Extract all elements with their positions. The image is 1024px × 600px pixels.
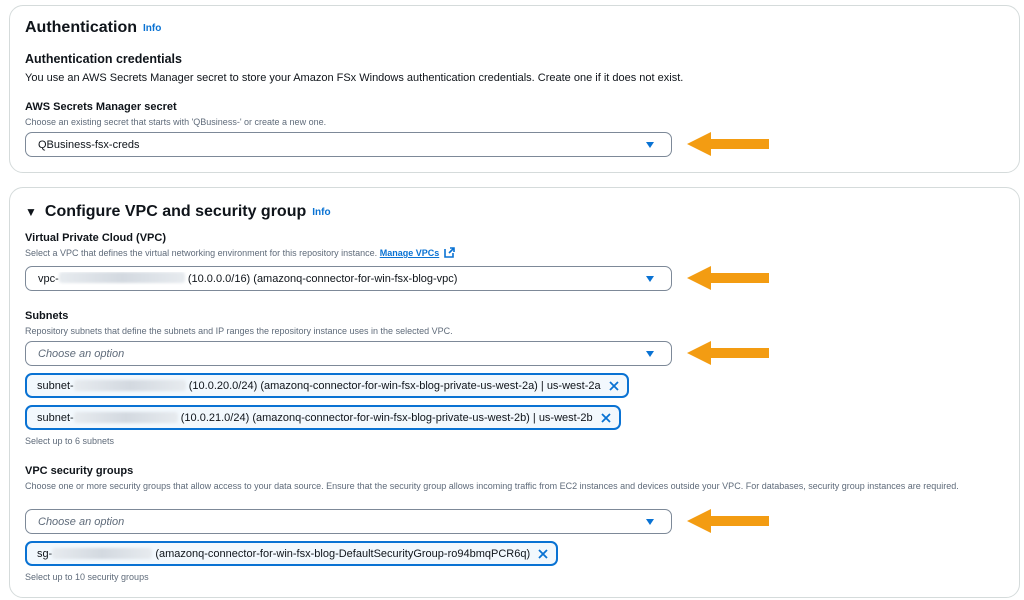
orange-arrow-annotation [687, 341, 769, 365]
external-link-icon[interactable] [443, 247, 455, 258]
vpc-description-text: Select a VPC that defines the virtual ne… [25, 248, 378, 258]
security-group-token-prefix: sg- [37, 547, 53, 560]
expand-triangle-icon[interactable]: ▼ [25, 205, 37, 219]
security-groups-hint: Select up to 10 security groups [25, 572, 149, 582]
orange-arrow-annotation [687, 132, 769, 156]
security-groups-select[interactable]: Choose an option [25, 509, 672, 534]
close-icon[interactable] [608, 380, 619, 391]
subnets-placeholder: Choose an option [38, 347, 125, 360]
close-icon[interactable] [538, 548, 548, 559]
subnets-select[interactable]: Choose an option [25, 341, 672, 366]
manage-vpcs-link[interactable]: Manage VPCs [380, 248, 440, 258]
subnets-description: Repository subnets that define the subne… [25, 326, 453, 336]
caret-down-icon [646, 275, 654, 282]
security-groups-description: Choose one or more security groups that … [25, 481, 959, 491]
authentication-description: You use an AWS Secrets Manager secret to… [25, 72, 684, 84]
subnet-token-text: (10.0.20.0/24) (amazonq-connector-for-wi… [188, 379, 601, 392]
redacted-subnet-id [73, 412, 178, 423]
vpc-id-prefix: vpc- [38, 273, 59, 285]
security-groups-label: VPC security groups [25, 465, 134, 477]
authentication-info-link[interactable]: Info [143, 23, 161, 34]
authentication-title: Authentication [25, 19, 137, 36]
orange-arrow-annotation [687, 509, 769, 533]
caret-down-icon [646, 141, 654, 148]
vpc-info-link[interactable]: Info [312, 207, 330, 218]
subnets-hint: Select up to 6 subnets [25, 436, 115, 446]
authentication-credentials-heading: Authentication credentials [25, 52, 182, 66]
secret-label: AWS Secrets Manager secret [25, 101, 177, 113]
redacted-vpc-id [58, 272, 185, 283]
security-group-token-text: (amazonq-connector-for-win-fsx-blog-Defa… [155, 547, 531, 560]
caret-down-icon [646, 350, 654, 357]
vpc-select[interactable]: vpc- (10.0.0.0/16) (amazonq-connector-fo… [25, 266, 672, 291]
close-icon[interactable] [600, 412, 611, 423]
vpc-label: Virtual Private Cloud (VPC) [25, 232, 166, 244]
subnet-token-text: (10.0.21.0/24) (amazonq-connector-for-wi… [180, 411, 593, 424]
subnet-token-prefix: subnet- [37, 379, 74, 392]
vpc-cidr-name: (10.0.0.0/16) (amazonq-connector-for-win… [187, 273, 458, 285]
caret-down-icon [646, 518, 654, 525]
secret-description: Choose an existing secret that starts wi… [25, 117, 327, 127]
authentication-heading: Authentication Info [25, 19, 161, 37]
secret-select[interactable]: QBusiness-fsx-creds [25, 132, 672, 157]
security-group-token: sg- (amazonq-connector-for-win-fsx-blog-… [25, 541, 559, 566]
vpc-select-value: vpc- (10.0.0.0/16) (amazonq-connector-fo… [38, 272, 646, 285]
vpc-section-heading[interactable]: ▼ Configure VPC and security group Info [25, 203, 331, 221]
redacted-security-group-id [52, 548, 153, 559]
subnet-token-2: subnet- (10.0.21.0/24) (amazonq-connecto… [25, 405, 621, 430]
redacted-subnet-id [73, 380, 186, 391]
security-groups-placeholder: Choose an option [38, 515, 125, 528]
subnets-label: Subnets [25, 310, 69, 322]
secret-select-value: QBusiness-fsx-creds [38, 138, 140, 151]
orange-arrow-annotation [687, 266, 769, 290]
subnet-token-prefix: subnet- [37, 411, 74, 424]
vpc-description: Select a VPC that defines the virtual ne… [25, 247, 455, 259]
vpc-section-title: Configure VPC and security group [44, 203, 307, 220]
subnet-token-1: subnet- (10.0.20.0/24) (amazonq-connecto… [25, 373, 629, 398]
